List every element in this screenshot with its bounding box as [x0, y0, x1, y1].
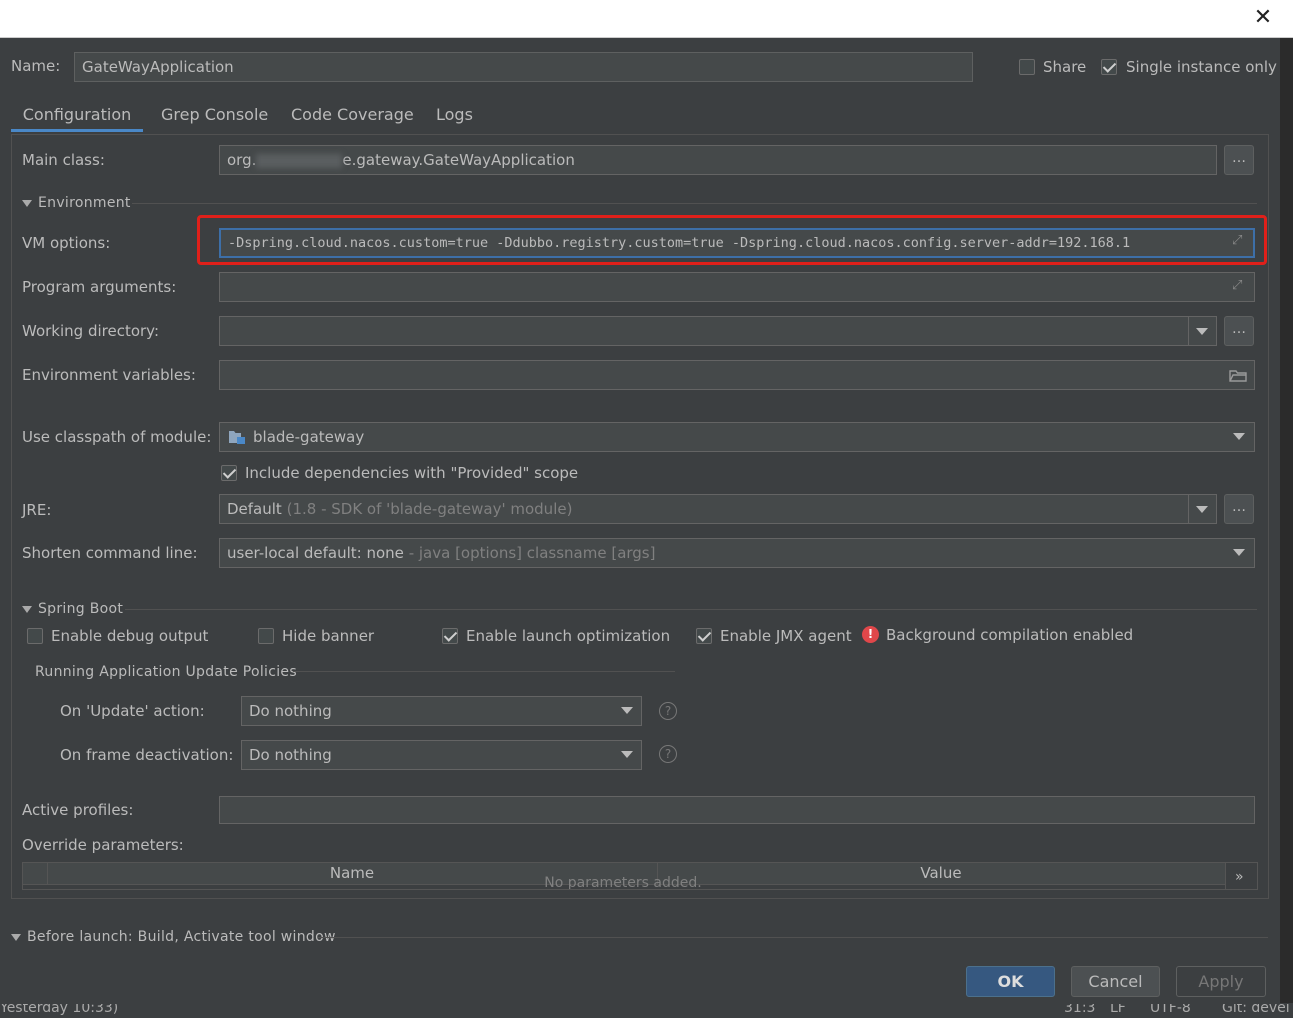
- share-label: Share: [1043, 58, 1087, 76]
- working-directory-browse-button[interactable]: …: [1224, 316, 1254, 346]
- hide-banner-checkbox[interactable]: [258, 628, 274, 644]
- main-class-suffix: e.gateway.GateWayApplication: [342, 151, 575, 169]
- name-input[interactable]: GateWayApplication: [74, 52, 973, 82]
- tab-grep-console[interactable]: Grep Console: [161, 102, 268, 132]
- chevron-down-icon[interactable]: [1196, 506, 1208, 513]
- vm-options-label: VM options:: [22, 234, 111, 252]
- environment-variables-input[interactable]: [219, 360, 1255, 390]
- empty-table-text: No parameters added.: [544, 875, 702, 890]
- ok-button[interactable]: OK: [966, 966, 1055, 997]
- active-profiles-label: Active profiles:: [22, 801, 134, 819]
- override-parameters-table: Name Value No parameters added. »: [22, 862, 1258, 890]
- collapse-icon: [11, 933, 21, 941]
- active-profiles-input[interactable]: [219, 796, 1255, 824]
- chevron-down-icon[interactable]: [621, 707, 633, 714]
- include-deps-label: Include dependencies with "Provided" sco…: [245, 464, 579, 482]
- main-class-prefix: org.: [227, 151, 257, 169]
- spring-boot-section-header[interactable]: Spring Boot: [22, 601, 123, 617]
- launch-optimization-label: Enable launch optimization: [466, 627, 671, 645]
- ide-status-bar: Yesterday 10:33) 31:3 LF UTF-8 Git: deve…: [0, 1004, 1293, 1018]
- jre-label: JRE:: [22, 501, 52, 519]
- main-class-browse-button[interactable]: …: [1224, 145, 1254, 175]
- tab-code-coverage[interactable]: Code Coverage: [291, 102, 414, 132]
- help-icon[interactable]: ?: [659, 745, 677, 763]
- cancel-button[interactable]: Cancel: [1071, 966, 1160, 997]
- classpath-module-select[interactable]: blade-gateway: [219, 422, 1255, 452]
- on-update-select[interactable]: Do nothing: [241, 696, 642, 726]
- expand-icon[interactable]: ⤢: [1232, 278, 1248, 294]
- main-class-input[interactable]: org. e.gateway.GateWayApplication: [219, 145, 1217, 175]
- status-git-branch[interactable]: Git: devel: [1222, 1004, 1290, 1016]
- status-caret-position[interactable]: 31:3: [1064, 1004, 1095, 1016]
- on-frame-label: On frame deactivation:: [60, 746, 234, 764]
- chevron-down-icon[interactable]: [621, 751, 633, 758]
- shorten-cmd-detail: - java [options] classname [args]: [408, 544, 656, 562]
- spring-boot-separator: [125, 609, 1257, 610]
- before-launch-section-header[interactable]: Before launch: Build, Activate tool wind…: [11, 929, 336, 945]
- hide-banner-label: Hide banner: [282, 627, 375, 645]
- enable-debug-label: Enable debug output: [51, 627, 209, 645]
- shorten-cmd-select[interactable]: user-local default: none - java [options…: [219, 538, 1255, 568]
- launch-optimization-checkbox[interactable]: [442, 628, 458, 644]
- vm-options-input[interactable]: -Dspring.cloud.nacos.custom=true -Ddubbo…: [219, 228, 1255, 258]
- include-deps-checkbox[interactable]: [221, 465, 237, 481]
- error-icon: !: [862, 626, 879, 643]
- on-update-label: On 'Update' action:: [60, 702, 205, 720]
- dropdown-divider: [1188, 495, 1189, 523]
- jmx-agent-label: Enable JMX agent: [720, 627, 852, 645]
- name-label: Name:: [11, 57, 61, 75]
- background-compilation-label: Background compilation enabled: [886, 626, 1134, 644]
- working-directory-label: Working directory:: [22, 322, 160, 340]
- chevron-down-icon[interactable]: [1233, 549, 1245, 556]
- environment-section-header[interactable]: Environment: [22, 195, 131, 211]
- expand-icon[interactable]: ⤢: [1232, 233, 1248, 249]
- enable-debug-checkbox[interactable]: [27, 628, 43, 644]
- status-line-separator[interactable]: LF: [1110, 1004, 1126, 1016]
- jre-value: Default: [227, 500, 282, 518]
- status-timestamp: Yesterday 10:33): [0, 1004, 119, 1016]
- override-parameters-label: Override parameters:: [22, 836, 184, 854]
- dropdown-divider: [1188, 317, 1189, 345]
- environment-title: Environment: [38, 195, 131, 211]
- environment-separator: [132, 203, 1257, 204]
- redacted-blur: [256, 153, 343, 168]
- single-instance-label: Single instance only: [1126, 58, 1277, 76]
- program-arguments-input[interactable]: [219, 272, 1255, 302]
- column-divider: [1225, 863, 1226, 889]
- status-encoding[interactable]: UTF-8: [1150, 1004, 1191, 1016]
- tab-configuration[interactable]: Configuration: [11, 102, 143, 132]
- single-instance-checkbox[interactable]: [1101, 59, 1117, 75]
- environment-variables-label: Environment variables:: [22, 366, 196, 384]
- chevron-down-icon[interactable]: [1233, 433, 1245, 440]
- collapse-icon: [22, 605, 32, 613]
- ide-background-strip: [1280, 38, 1293, 1003]
- on-frame-select[interactable]: Do nothing: [241, 740, 642, 770]
- main-class-label: Main class:: [22, 151, 105, 169]
- tab-logs[interactable]: Logs: [436, 102, 473, 132]
- shorten-cmd-label: Shorten command line:: [22, 544, 198, 562]
- before-launch-title: Before launch: Build, Activate tool wind…: [27, 929, 336, 945]
- folder-icon[interactable]: [1229, 368, 1247, 382]
- window-titlebar: [0, 0, 1293, 38]
- share-checkbox[interactable]: [1019, 59, 1035, 75]
- chevron-down-icon[interactable]: [1196, 328, 1208, 335]
- jre-select[interactable]: Default (1.8 - SDK of 'blade-gateway' mo…: [219, 494, 1217, 524]
- jre-detail: (1.8 - SDK of 'blade-gateway' module): [286, 500, 573, 518]
- classpath-module-label: Use classpath of module:: [22, 428, 212, 446]
- jre-browse-button[interactable]: …: [1224, 494, 1254, 524]
- working-directory-input[interactable]: [219, 316, 1217, 346]
- jmx-agent-checkbox[interactable]: [696, 628, 712, 644]
- more-columns-icon[interactable]: »: [1235, 869, 1244, 885]
- spring-boot-title: Spring Boot: [38, 601, 124, 617]
- module-icon: [228, 429, 246, 445]
- shorten-cmd-value: user-local default: none: [227, 544, 404, 562]
- apply-button[interactable]: Apply: [1176, 966, 1266, 997]
- help-icon[interactable]: ?: [659, 702, 677, 720]
- update-policies-separator: [293, 671, 675, 672]
- collapse-icon: [22, 199, 32, 207]
- update-policies-title: Running Application Update Policies: [35, 664, 297, 680]
- before-launch-separator: [318, 937, 1268, 938]
- program-arguments-label: Program arguments:: [22, 278, 177, 296]
- close-icon[interactable]: ✕: [1251, 6, 1275, 30]
